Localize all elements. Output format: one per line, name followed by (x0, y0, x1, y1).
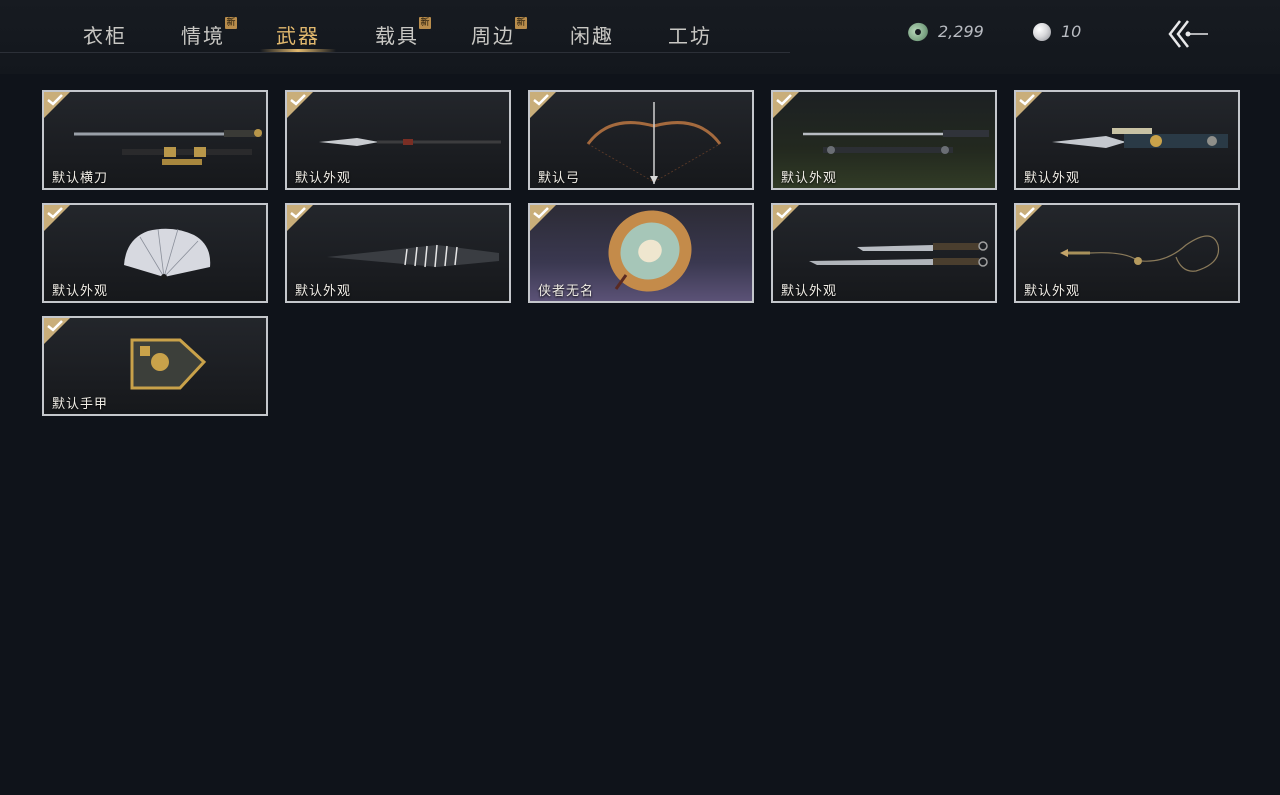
new-badge: 新 (419, 17, 431, 29)
weapon-card[interactable]: 默认外观 (771, 203, 997, 303)
card-label: 默认外观 (52, 284, 109, 299)
tab-wardrobe[interactable]: 衣柜 (83, 20, 127, 49)
card-label: 默认手甲 (52, 397, 109, 412)
weapon-card[interactable]: 默认外观 (285, 90, 511, 190)
check-icon (290, 94, 306, 106)
tab-weapons[interactable]: 武器 (276, 20, 320, 49)
tab-leisure[interactable]: 闲趣 (570, 20, 614, 49)
tab-label: 情境 (181, 24, 225, 48)
card-label: 默认外观 (1024, 284, 1081, 299)
tab-vehicles[interactable]: 载具新 (375, 17, 431, 49)
card-label: 默认外观 (295, 171, 352, 186)
weapon-card[interactable]: 默认外观 (1014, 90, 1240, 190)
weapon-card[interactable]: 默认手甲 (42, 316, 268, 416)
jade-coin-icon (905, 19, 931, 44)
pearl-amount: 10 (1061, 22, 1082, 41)
check-icon (533, 207, 549, 219)
weapon-card[interactable]: 侠者无名 (528, 203, 754, 303)
check-icon (47, 207, 63, 219)
check-icon (776, 94, 792, 106)
card-label: 默认外观 (781, 284, 838, 299)
new-badge: 新 (225, 17, 237, 29)
check-icon (1019, 94, 1035, 106)
tab-scene[interactable]: 情境新 (181, 17, 237, 49)
tab-accessories[interactable]: 周边新 (471, 17, 527, 49)
card-label: 默认横刀 (52, 171, 109, 186)
weapon-card[interactable]: 默认外观 (285, 203, 511, 303)
pearl-currency: 10 (1033, 22, 1081, 41)
new-badge: 新 (515, 17, 527, 29)
weapon-card[interactable]: 默认弓 (528, 90, 754, 190)
check-icon (533, 94, 549, 106)
check-icon (47, 320, 63, 332)
tab-label: 周边 (471, 24, 515, 48)
tab-label: 衣柜 (83, 24, 127, 48)
card-label: 侠者无名 (538, 284, 595, 299)
tab-workshop[interactable]: 工坊 (668, 20, 712, 49)
weapon-card[interactable]: 默认外观 (771, 90, 997, 190)
card-label: 默认外观 (1024, 171, 1081, 186)
tab-label: 载具 (375, 24, 419, 48)
card-label: 默认外观 (781, 171, 838, 186)
tab-label: 工坊 (668, 24, 712, 48)
category-tabs: 衣柜 情境新 武器 载具新 周边新 闲趣 工坊 (0, 0, 790, 53)
active-tab-indicator (260, 49, 336, 52)
card-label: 默认外观 (295, 284, 352, 299)
back-arrow-icon (1168, 20, 1208, 48)
jade-currency: 2,299 (905, 19, 984, 44)
check-icon (47, 94, 63, 106)
back-button[interactable] (1166, 18, 1210, 50)
tab-label: 武器 (276, 24, 320, 48)
weapon-card[interactable]: 默认横刀 (42, 90, 268, 190)
jade-amount: 2,299 (938, 22, 984, 41)
card-label: 默认弓 (538, 171, 581, 186)
top-bar: 衣柜 情境新 武器 载具新 周边新 闲趣 工坊 2,299 10 (0, 0, 1280, 74)
check-icon (1019, 207, 1035, 219)
pearl-icon (1033, 22, 1051, 41)
weapon-card[interactable]: 默认外观 (1014, 203, 1240, 303)
check-icon (290, 207, 306, 219)
check-icon (776, 207, 792, 219)
tab-label: 闲趣 (570, 24, 614, 48)
weapon-card[interactable]: 默认外观 (42, 203, 268, 303)
